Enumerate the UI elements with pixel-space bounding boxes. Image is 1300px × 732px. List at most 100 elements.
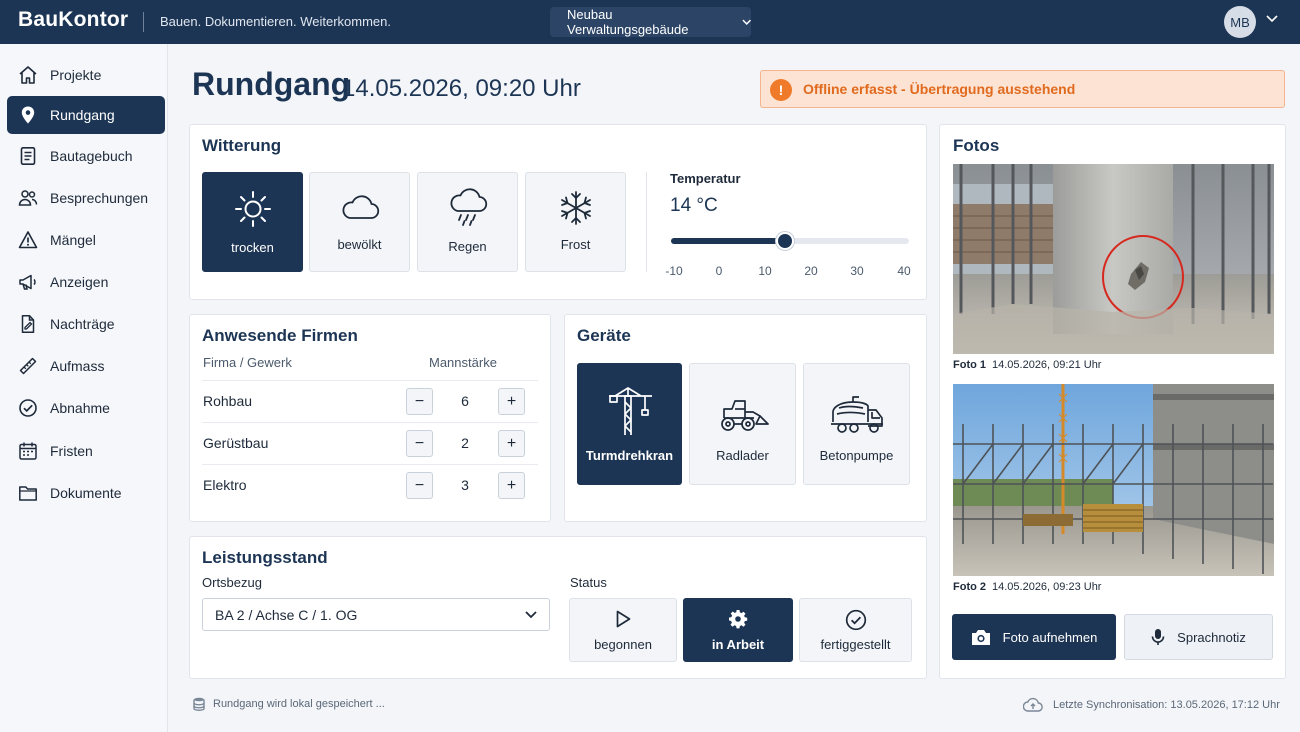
weather-option-bewoelkt[interactable]: bewölkt (309, 172, 410, 272)
sidebar-item-besprechungen[interactable]: Besprechungen (7, 179, 165, 217)
concrete-mixer-icon (830, 396, 883, 433)
sidebar-item-rundgang[interactable]: Rundgang (7, 96, 165, 134)
tower-crane-icon (608, 387, 652, 435)
sidebar-item-label: Fristen (50, 443, 93, 459)
cloud-icon (342, 195, 379, 219)
photo-label: Foto 1 (953, 359, 986, 371)
status-label: Status (570, 575, 607, 590)
location-select[interactable]: BA 2 / Achse C / 1. OG (202, 598, 550, 631)
top-bar: BauKontor Bauen. Dokumentieren. Weiterko… (0, 0, 1300, 44)
app-logo[interactable]: BauKontor (18, 8, 128, 32)
concrete-column-photo (953, 164, 1274, 354)
weather-option-trocken[interactable]: trocken (202, 172, 303, 272)
sidebar-item-maengel[interactable]: Mängel (7, 221, 165, 259)
megaphone-icon (19, 274, 36, 290)
weather-option-label: Regen (448, 239, 487, 254)
sidebar-item-projekte[interactable]: Projekte (7, 56, 165, 94)
photos-title: Fotos (953, 136, 1000, 155)
database-icon (193, 697, 205, 711)
local-save-text: Rundgang wird lokal gespeichert ... (213, 698, 385, 710)
local-save-status: Rundgang wird lokal gespeichert ... (193, 697, 385, 711)
last-sync-text: Letzte Synchronisation: 13.05.2026, 17:1… (1053, 699, 1280, 711)
user-menu-chevron-icon[interactable] (1266, 15, 1278, 23)
weather-option-frost[interactable]: Frost (525, 172, 626, 272)
snowflake-icon (560, 191, 591, 225)
wheel-loader-icon (720, 400, 769, 431)
weather-option-regen[interactable]: Regen (417, 172, 518, 272)
temperature-slider[interactable] (671, 232, 909, 250)
sidebar-item-aufmass[interactable]: Aufmass (7, 347, 165, 385)
sidebar-item-nachtraege[interactable]: Nachträge (7, 305, 165, 343)
edit-document-icon (21, 315, 35, 333)
sun-icon (234, 191, 271, 227)
status-option-in-arbeit[interactable]: in Arbeit (683, 598, 793, 662)
decrement-button[interactable]: − (406, 388, 433, 415)
firm-count: 6 (461, 393, 469, 409)
ruler-icon (19, 357, 37, 375)
project-selector[interactable]: Neubau Verwaltungsgebäude (550, 7, 751, 37)
app-tagline: Bauen. Dokumentieren. Weiterkommen. (160, 14, 391, 29)
increment-button[interactable]: + (498, 430, 525, 457)
location-value: BA 2 / Achse C / 1. OG (215, 606, 358, 623)
document-icon (20, 146, 36, 165)
temperature-tick: 30 (850, 264, 864, 278)
home-icon (19, 66, 37, 84)
firm-name: Elektro (203, 477, 247, 493)
equipment-option-betonpumpe[interactable]: Betonpumpe (803, 363, 910, 485)
photo-caption: Foto 2 14.05.2026, 09:23 Uhr (953, 581, 1101, 593)
weather-option-label: bewölkt (337, 237, 382, 252)
sidebar: Projekte Rundgang Bautagebuch Besprechun… (0, 44, 168, 732)
equipment-label: Betonpumpe (819, 448, 894, 463)
sidebar-item-anzeigen[interactable]: Anzeigen (7, 263, 165, 301)
cloud-upload-icon (1023, 697, 1043, 712)
camera-icon (971, 629, 990, 645)
firm-count: 2 (461, 435, 469, 451)
exclamation-icon: ! (770, 79, 792, 101)
warning-icon (18, 231, 38, 249)
photo-thumbnail[interactable] (953, 164, 1274, 354)
sidebar-item-label: Projekte (50, 67, 102, 83)
status-option-begonnen[interactable]: begonnen (569, 598, 677, 662)
take-photo-button[interactable]: Foto aufnehmen (952, 614, 1116, 660)
sidebar-item-bautagebuch[interactable]: Bautagebuch (7, 137, 165, 175)
status-option-fertiggestellt[interactable]: fertiggestellt (799, 598, 912, 662)
column-header-firm: Firma / Gewerk (203, 355, 292, 370)
folder-icon (19, 486, 37, 501)
sidebar-item-label: Dokumente (50, 485, 122, 501)
sync-status: Letzte Synchronisation: 13.05.2026, 17:1… (1023, 697, 1280, 713)
rain-icon (450, 188, 487, 226)
decrement-button[interactable]: − (406, 430, 433, 457)
sidebar-item-label: Abnahme (50, 400, 110, 416)
sidebar-item-abnahme[interactable]: Abnahme (7, 389, 165, 427)
temperature-tick: -10 (665, 264, 683, 278)
firm-name: Rohbau (203, 393, 253, 409)
firm-count: 3 (461, 477, 469, 493)
firms-title: Anwesende Firmen (202, 326, 358, 345)
firm-row: Rohbau − 6 + (202, 380, 538, 422)
gear-icon (729, 610, 748, 629)
play-icon (616, 610, 631, 628)
sidebar-item-dokumente[interactable]: Dokumente (7, 474, 165, 512)
temperature-slider-fill (671, 238, 786, 244)
sidebar-item-label: Mängel (50, 232, 96, 248)
user-avatar[interactable]: MB (1224, 6, 1256, 38)
take-photo-label: Foto aufnehmen (1002, 629, 1098, 645)
location-label: Ortsbezug (202, 575, 262, 590)
chevron-down-icon (525, 611, 537, 619)
sidebar-item-fristen[interactable]: Fristen (7, 432, 165, 470)
photo-caption: Foto 1 14.05.2026, 09:21 Uhr (953, 359, 1101, 371)
photo-label: Foto 2 (953, 581, 986, 593)
increment-button[interactable]: + (498, 388, 525, 415)
photo-thumbnail[interactable] (953, 384, 1274, 576)
equipment-option-radlader[interactable]: Radlader (689, 363, 796, 485)
decrement-button[interactable]: − (406, 472, 433, 499)
voice-note-button[interactable]: Sprachnotiz (1124, 614, 1273, 660)
check-circle-icon (19, 399, 37, 417)
page-date: 14.05.2026, 09:20 Uhr (342, 75, 581, 102)
status-option-label: fertiggestellt (820, 637, 891, 652)
weather-title: Witterung (202, 136, 282, 155)
increment-button[interactable]: + (498, 472, 525, 499)
equipment-option-turmdrehkran[interactable]: Turmdrehkran (577, 363, 682, 485)
photo-timestamp: 14.05.2026, 09:23 Uhr (992, 581, 1102, 593)
offline-banner: ! Offline erfasst - Übertragung ausstehe… (760, 70, 1285, 108)
